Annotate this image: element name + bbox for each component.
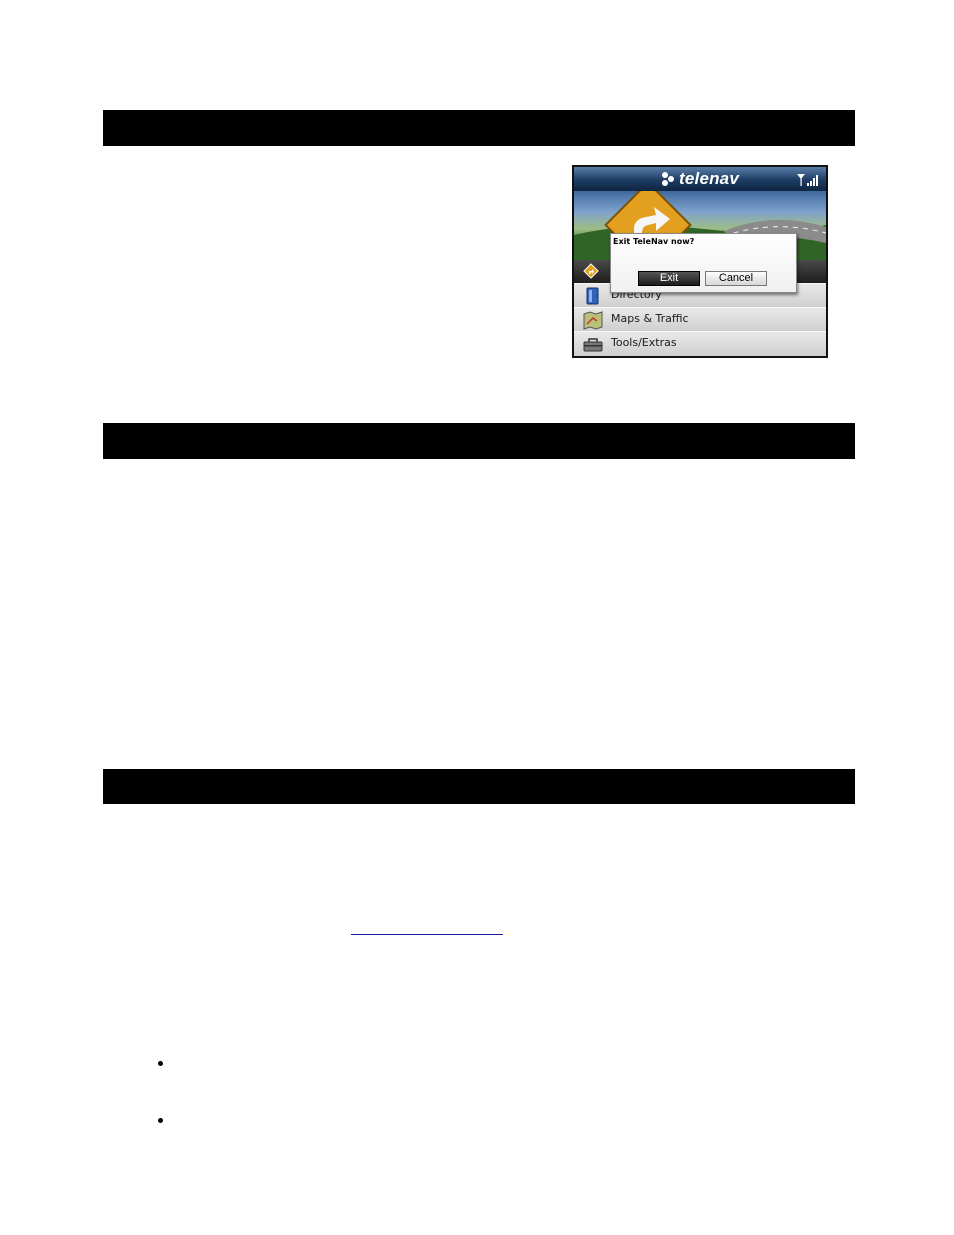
dialog-message: Exit TeleNav now? <box>613 237 695 246</box>
drive-to-icon <box>583 263 599 279</box>
directory-book-icon <box>586 287 599 305</box>
exit-button[interactable]: Exit <box>638 271 700 286</box>
exit-confirm-dialog: Exit TeleNav now? Exit Cancel <box>610 233 797 293</box>
menu-item-label: Tools/Extras <box>611 336 677 349</box>
menu-item-maps-traffic[interactable]: Maps & Traffic <box>574 307 826 331</box>
map-icon <box>583 311 603 330</box>
app-header: telenav <box>574 167 826 191</box>
bullet-point <box>158 1118 163 1123</box>
toolbox-icon <box>583 338 603 352</box>
bullet-point <box>158 1061 163 1066</box>
signal-strength-icon <box>797 174 818 186</box>
menu-item-label: Maps & Traffic <box>611 312 689 325</box>
hyperlink-underline[interactable] <box>351 934 503 935</box>
section-header-bar <box>103 769 855 804</box>
telenav-exit-screenshot: telenav Directory Maps & Traffic Tools/E… <box>572 165 828 358</box>
logo-text: telenav <box>679 169 739 188</box>
section-header-bar <box>103 110 855 146</box>
telenav-logo-icon <box>662 172 674 186</box>
menu-item-tools-extras[interactable]: Tools/Extras <box>574 331 826 356</box>
section-header-bar <box>103 423 855 459</box>
cancel-button[interactable]: Cancel <box>705 271 767 286</box>
